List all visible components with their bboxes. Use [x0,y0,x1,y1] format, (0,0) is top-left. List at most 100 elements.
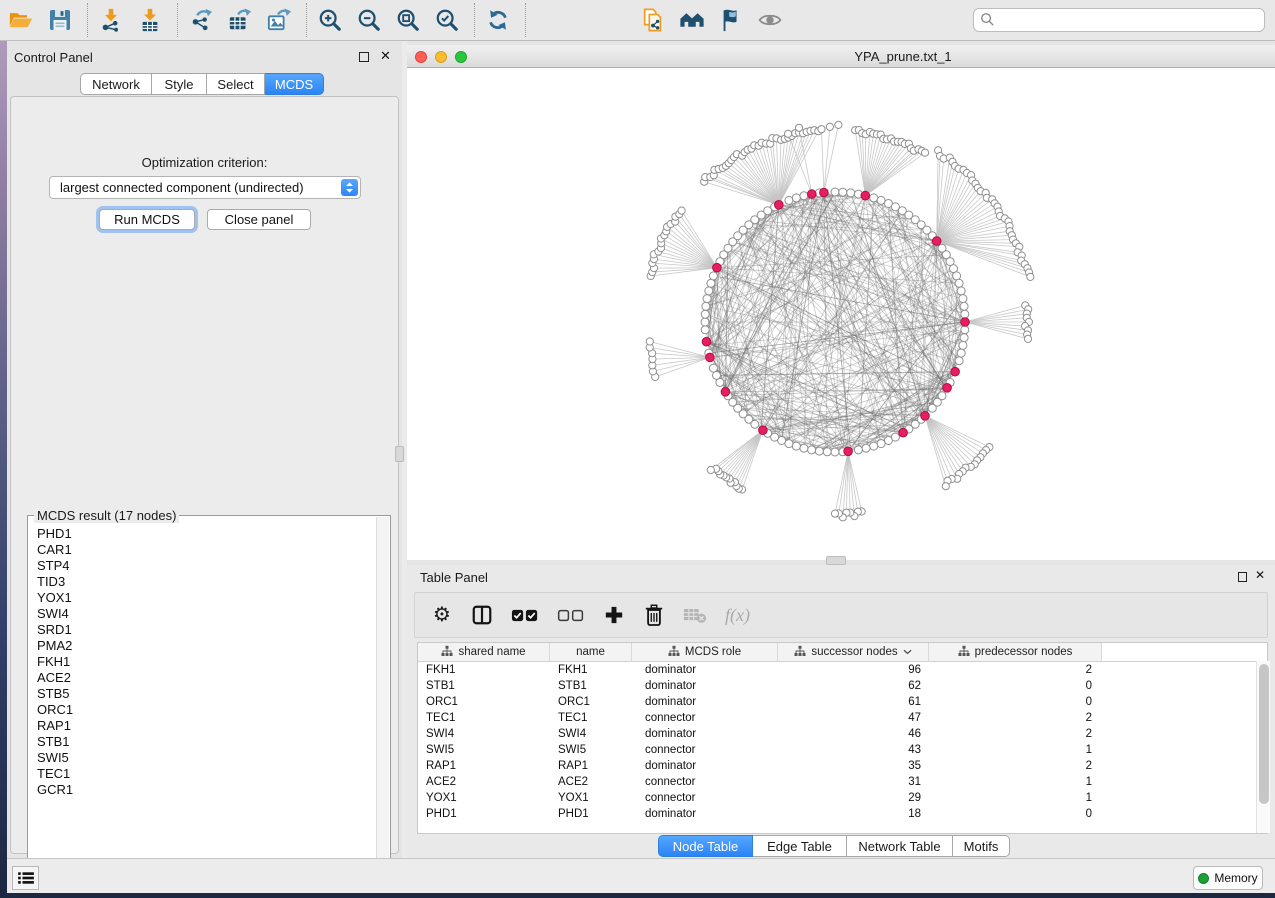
table-cell[interactable]: STB1 [418,678,550,694]
mcds-result-node[interactable]: ACE2 [28,670,376,686]
window-minimize-light[interactable] [435,51,447,63]
float-window-icon[interactable] [1238,572,1247,582]
mcds-result-node[interactable]: SWI4 [28,606,376,622]
table-cell[interactable]: connector [632,790,778,806]
export-network-icon[interactable] [187,5,215,35]
save-session-icon[interactable] [46,5,74,35]
table-cell[interactable]: dominator [632,758,778,774]
clone-network-icon[interactable] [639,5,667,35]
window-zoom-light[interactable] [455,51,467,63]
float-window-icon[interactable] [359,52,369,62]
table-cell[interactable]: SWI5 [550,742,632,758]
table-cell[interactable]: FKH1 [550,662,632,678]
search-input[interactable] [973,8,1265,32]
table-cell[interactable]: FKH1 [418,662,550,678]
table-cell[interactable]: 1 [929,742,1102,758]
column-header-name[interactable]: name [550,643,632,662]
zoom-out-icon[interactable] [355,5,383,35]
mcds-result-node[interactable]: PHD1 [28,526,376,542]
table-cell[interactable]: 1 [929,774,1102,790]
table-row[interactable]: PHD1PHD1dominator180 [418,806,1267,822]
mcds-result-node[interactable]: STP4 [28,558,376,574]
mcds-result-node[interactable]: CAR1 [28,542,376,558]
import-network-icon[interactable] [97,5,125,35]
table-cell[interactable]: 0 [929,806,1102,822]
close-icon[interactable]: ✕ [380,48,391,64]
table-cell[interactable]: SWI5 [418,742,550,758]
mcds-result-node[interactable]: SRD1 [28,622,376,638]
table-row[interactable]: FKH1FKH1dominator962 [418,662,1267,678]
import-table-icon[interactable] [136,5,164,35]
mcds-result-node[interactable]: YOX1 [28,590,376,606]
column-header-MCDS-role[interactable]: MCDS role [632,643,778,662]
table-cell[interactable]: 46 [778,726,929,742]
add-entry-icon[interactable] [603,602,625,628]
delete-entry-icon[interactable] [643,602,665,628]
network-canvas[interactable] [407,68,1275,560]
table-cell[interactable]: TEC1 [418,710,550,726]
table-cell[interactable]: TEC1 [550,710,632,726]
scrollbar-thumb[interactable] [1259,664,1269,804]
refresh-icon[interactable] [484,5,512,35]
table-cell[interactable]: ACE2 [550,774,632,790]
splitter-grip[interactable] [395,446,404,462]
close-panel-button[interactable]: Close panel [207,209,311,230]
table-cell[interactable]: 31 [778,774,929,790]
table-cell[interactable]: ORC1 [418,694,550,710]
table-cell[interactable]: PHD1 [418,806,550,822]
table-cell[interactable]: YOX1 [418,790,550,806]
table-row[interactable]: SWI4SWI4dominator462 [418,726,1267,742]
mcds-result-node[interactable]: SWI5 [28,750,376,766]
table-cell[interactable]: 2 [929,662,1102,678]
home-icon[interactable] [678,5,706,35]
table-cell[interactable]: dominator [632,806,778,822]
table-cell[interactable]: dominator [632,726,778,742]
mcds-result-node[interactable]: RAP1 [28,718,376,734]
show-graphics-details-icon[interactable] [756,5,784,35]
zoom-fit-icon[interactable] [394,5,422,35]
table-row[interactable]: SWI5SWI5connector431 [418,742,1267,758]
mcds-result-node[interactable]: FKH1 [28,654,376,670]
table-cell[interactable]: PHD1 [550,806,632,822]
table-cell[interactable]: 2 [929,758,1102,774]
open-file-icon[interactable] [7,5,35,35]
window-close-light[interactable] [415,51,427,63]
table-cell[interactable]: 96 [778,662,929,678]
table-cell[interactable]: SWI4 [418,726,550,742]
table-cell[interactable]: 1 [929,790,1102,806]
criterion-dropdown[interactable]: largest connected component (undirected) [49,176,361,199]
table-row[interactable]: YOX1YOX1connector291 [418,790,1267,806]
tab-edge-table[interactable]: Edge Table [753,835,847,857]
table-cell[interactable]: ORC1 [550,694,632,710]
table-settings-icon[interactable]: ⚙ [431,602,453,628]
table-cell[interactable]: 18 [778,806,929,822]
table-cell[interactable]: ACE2 [418,774,550,790]
table-row[interactable]: RAP1RAP1dominator352 [418,758,1267,774]
table-cell[interactable]: connector [632,710,778,726]
table-cell[interactable]: SWI4 [550,726,632,742]
memory-button[interactable]: Memory [1193,866,1263,890]
table-row[interactable]: ACE2ACE2connector311 [418,774,1267,790]
table-cell[interactable]: 62 [778,678,929,694]
tab-select[interactable]: Select [207,73,265,95]
horizontal-splitter-grip[interactable] [826,556,846,565]
table-cell[interactable]: YOX1 [550,790,632,806]
export-image-icon[interactable] [265,5,293,35]
tab-network-table[interactable]: Network Table [847,835,953,857]
tab-motifs[interactable]: Motifs [953,835,1010,857]
table-cell[interactable]: 2 [929,710,1102,726]
sort-chevron-icon[interactable] [903,646,912,658]
hide-graphics-details-icon[interactable] [717,5,745,35]
show-columns-icon[interactable] [471,602,493,628]
table-cell[interactable]: dominator [632,694,778,710]
mcds-result-node[interactable]: GCR1 [28,782,376,798]
table-cell[interactable]: 43 [778,742,929,758]
table-cell[interactable]: dominator [632,662,778,678]
zoom-selected-icon[interactable] [433,5,461,35]
tab-mcds[interactable]: MCDS [265,73,324,95]
table-scrollbar[interactable] [1256,661,1270,833]
column-header-shared-name[interactable]: shared name [418,643,550,662]
column-header-successor-nodes[interactable]: successor nodes [778,643,929,662]
table-cell[interactable]: 47 [778,710,929,726]
result-scrollbar[interactable] [376,517,389,875]
